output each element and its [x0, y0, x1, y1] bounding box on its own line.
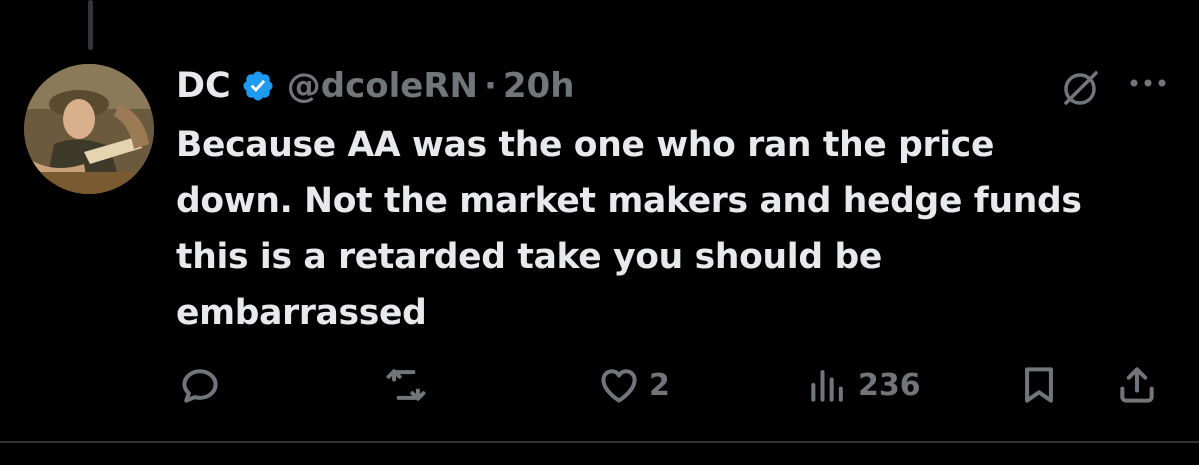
views-button[interactable]: 236: [806, 355, 921, 415]
tweet-header: DC @dcoleRN · 20h: [176, 58, 574, 114]
more-icon[interactable]: [1126, 68, 1170, 98]
reply-icon: [182, 369, 218, 403]
share-icon: [1120, 367, 1154, 403]
heart-icon: [601, 369, 637, 403]
views-icon: [811, 370, 843, 402]
tweet-text: Because AA was the one who ran the price…: [176, 125, 1082, 333]
handle[interactable]: @dcoleRN: [287, 66, 478, 106]
display-name[interactable]: DC: [176, 66, 231, 106]
thread-connector-line: [88, 0, 93, 50]
divider: [0, 441, 1199, 443]
like-button[interactable]: 2: [597, 355, 670, 415]
verified-badge-icon: [243, 71, 273, 101]
views-count: 236: [858, 367, 921, 403]
separator-dot: ·: [483, 66, 497, 106]
avatar[interactable]: [24, 64, 154, 194]
bookmark-icon: [1025, 367, 1053, 403]
retweet-icon: [386, 369, 426, 401]
retweet-button[interactable]: [384, 355, 436, 415]
grok-icon[interactable]: [1058, 67, 1102, 111]
timestamp[interactable]: 20h: [503, 66, 575, 106]
share-button[interactable]: [1115, 355, 1159, 415]
like-count: 2: [649, 367, 670, 403]
reply-button[interactable]: [178, 355, 230, 415]
action-bar: 2 236: [0, 355, 1199, 415]
bookmark-button[interactable]: [1017, 355, 1061, 415]
